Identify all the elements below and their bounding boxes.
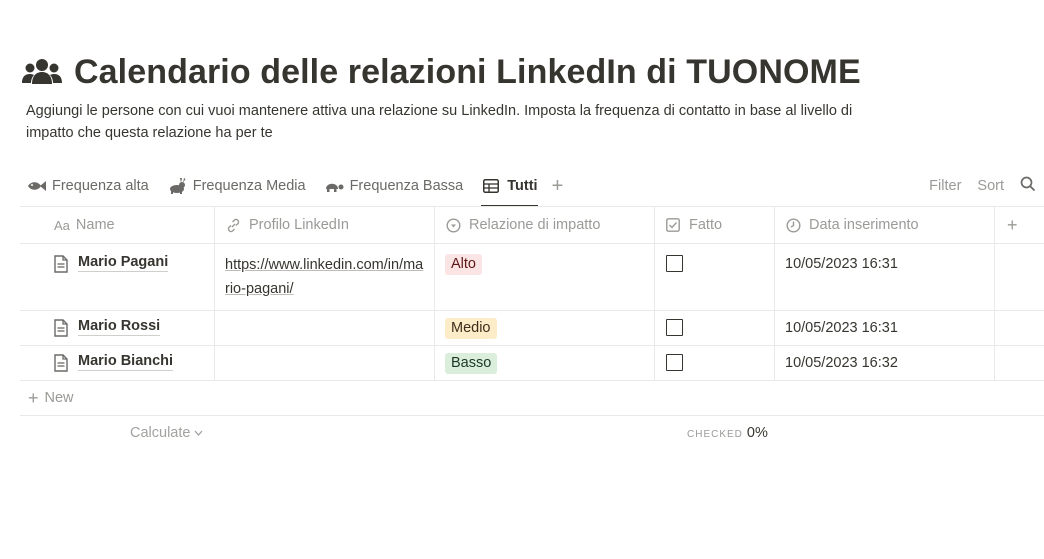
tab-label: Tutti — [507, 178, 538, 194]
document-icon — [54, 319, 68, 337]
table-row[interactable]: Mario Rossi Medio 10/05/2023 16:31 — [20, 311, 1044, 346]
name-wrap: Mario Rossi — [30, 317, 204, 337]
tab-frequenza-bassa[interactable]: Frequenza Bassa — [324, 166, 464, 206]
impact-cell: Basso — [435, 346, 655, 380]
column-header-fatto[interactable]: Fatto — [655, 207, 775, 243]
impact-tag[interactable]: Basso — [445, 353, 498, 374]
page-header: Calendario delle relazioni LinkedIn di T… — [22, 50, 1022, 94]
done-checkbox[interactable] — [666, 319, 683, 336]
impact-tag[interactable]: Medio — [445, 318, 497, 339]
tab-label: Frequenza Media — [192, 178, 306, 194]
add-view-plus-icon[interactable]: + — [552, 175, 564, 198]
new-label: New — [44, 390, 74, 406]
table-row[interactable]: Mario Pagani https://www.linkedin.com/in… — [20, 244, 1044, 311]
date-cell: 10/05/2023 16:32 — [775, 346, 995, 380]
linkedin-link[interactable]: https://www.linkedin.com/in/mario-pagani… — [225, 257, 423, 297]
impact-tag[interactable]: Alto — [445, 254, 482, 275]
tab-tutti[interactable]: Tutti — [481, 166, 538, 207]
column-header-name[interactable]: Aa Name — [20, 207, 215, 243]
select-icon — [445, 217, 461, 233]
page-title[interactable]: Calendario delle relazioni LinkedIn di T… — [74, 53, 861, 92]
done-checkbox[interactable] — [666, 255, 683, 272]
search-icon[interactable] — [1020, 176, 1036, 196]
checked-value: 0% — [746, 425, 768, 441]
done-checkbox[interactable] — [666, 354, 683, 371]
linkedin-cell[interactable] — [215, 311, 435, 345]
row-name[interactable]: Mario Rossi — [78, 317, 161, 336]
date-cell: 10/05/2023 16:31 — [775, 244, 995, 310]
database-table: Aa Name Profilo LinkedIn Relazione di im… — [20, 206, 1044, 452]
linkedin-cell[interactable] — [215, 346, 435, 380]
calculate-row: Calculate CHECKED 0% — [20, 416, 1044, 452]
checkbox-icon — [665, 217, 681, 233]
turtle-icon — [324, 178, 344, 194]
done-cell — [655, 244, 775, 310]
name-wrap: Mario Pagani — [30, 253, 204, 273]
row-name[interactable]: Mario Pagani — [78, 253, 169, 272]
page-description[interactable]: Aggiungi le persone con cui vuoi mantene… — [26, 100, 866, 144]
name-wrap: Mario Bianchi — [30, 352, 204, 372]
filter-button[interactable]: Filter — [929, 178, 961, 194]
clock-icon — [785, 217, 801, 233]
column-header-data[interactable]: Data inserimento — [775, 207, 995, 243]
column-label: Data inserimento — [809, 217, 919, 233]
table-row[interactable]: Mario Bianchi Basso 10/05/2023 16:32 — [20, 346, 1044, 381]
document-icon — [54, 255, 68, 273]
chevron-down-icon — [194, 427, 203, 439]
add-column-plus-icon[interactable]: + — [995, 207, 1044, 243]
impact-cell: Alto — [435, 244, 655, 310]
linkedin-cell: https://www.linkedin.com/in/mario-pagani… — [215, 244, 435, 310]
column-header-impatto[interactable]: Relazione di impatto — [435, 207, 655, 243]
column-label: Profilo LinkedIn — [249, 217, 349, 233]
date-cell: 10/05/2023 16:31 — [775, 311, 995, 345]
extra-cell — [995, 346, 1044, 380]
text-icon: Aa — [54, 217, 70, 233]
title-row: Calendario delle relazioni LinkedIn di T… — [22, 50, 1022, 94]
rabbit-icon — [167, 178, 187, 194]
impact-cell: Medio — [435, 311, 655, 345]
column-header-linkedin[interactable]: Profilo LinkedIn — [215, 207, 435, 243]
column-label: Fatto — [689, 217, 723, 233]
views-actions: Filter Sort — [929, 176, 1036, 196]
plus-icon: + — [28, 387, 39, 408]
views-bar: Frequenza alta Frequenza Media Frequenza… — [26, 166, 1036, 207]
new-row-button[interactable]: + New — [20, 381, 1044, 416]
extra-cell — [995, 244, 1044, 310]
done-cell — [655, 346, 775, 380]
name-cell: Mario Rossi — [20, 311, 215, 345]
tab-frequenza-media[interactable]: Frequenza Media — [167, 166, 306, 206]
name-cell: Mario Pagani — [20, 244, 215, 310]
done-cell — [655, 311, 775, 345]
tab-frequenza-alta[interactable]: Frequenza alta — [26, 166, 149, 206]
checked-summary[interactable]: CHECKED 0% — [687, 425, 768, 441]
name-cell: Mario Bianchi — [20, 346, 215, 380]
tab-label: Frequenza Bassa — [349, 178, 464, 194]
column-label: Name — [75, 217, 115, 233]
column-label: Relazione di impatto — [469, 217, 601, 233]
tab-label: Frequenza alta — [52, 178, 149, 194]
table-icon — [481, 178, 501, 194]
document-icon — [54, 354, 68, 372]
sort-button[interactable]: Sort — [977, 178, 1004, 194]
extra-cell — [995, 311, 1044, 345]
row-name[interactable]: Mario Bianchi — [78, 352, 174, 371]
fish-icon — [26, 178, 46, 194]
people-icon[interactable] — [22, 57, 62, 87]
checked-label: CHECKED — [687, 429, 743, 440]
calculate-label: Calculate — [130, 425, 191, 441]
link-icon — [225, 217, 241, 233]
calculate-button[interactable]: Calculate — [130, 425, 203, 441]
table-header: Aa Name Profilo LinkedIn Relazione di im… — [20, 207, 1044, 244]
